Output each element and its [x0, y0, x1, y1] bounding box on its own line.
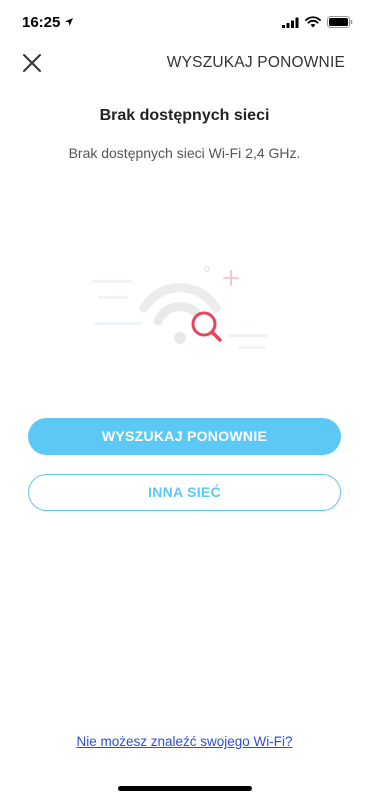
page-title: Brak dostępnych sieci — [99, 107, 270, 124]
location-arrow-icon — [64, 14, 74, 31]
page-subtitle: Brak dostępnych sieci Wi-Fi 2,4 GHz. — [68, 145, 301, 161]
other-network-button[interactable]: INNA SIEĆ — [28, 474, 341, 511]
status-time: 16:25 — [22, 14, 61, 31]
cant-find-wifi-link[interactable]: Nie możesz znaleźć swojego Wi-Fi? — [0, 734, 369, 749]
wifi-search-icon — [88, 258, 278, 358]
status-time-wrap: 16:25 — [22, 14, 74, 31]
status-bar: 16:25 — [0, 0, 369, 44]
rescan-header-button[interactable]: WYSZUKAJ PONOWNIE — [167, 54, 345, 72]
close-icon — [20, 54, 44, 79]
battery-icon — [327, 15, 353, 33]
home-indicator[interactable] — [118, 786, 252, 791]
close-button[interactable] — [20, 51, 44, 75]
rescan-button[interactable]: WYSZUKAJ PONOWNIE — [28, 418, 341, 455]
status-icons — [282, 15, 353, 33]
signal-icon — [282, 15, 299, 33]
wifi-icon — [305, 15, 321, 33]
